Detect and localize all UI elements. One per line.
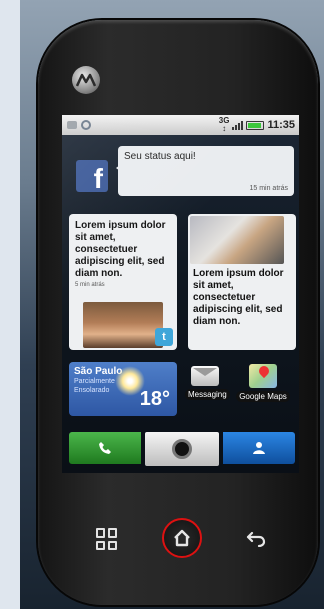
messaging-label: Messaging — [185, 389, 230, 400]
back-icon — [246, 531, 266, 547]
battery-icon — [246, 120, 265, 130]
signal-icon — [232, 120, 244, 130]
social-card-1[interactable]: Lorem ipsum dolor sit amet, consectetuer… — [69, 214, 177, 350]
status-notifications — [66, 120, 92, 130]
google-maps-label: Google Maps — [236, 391, 290, 402]
motorola-logo — [72, 66, 100, 94]
facebook-icon[interactable]: f — [76, 160, 108, 194]
phone-icon — [99, 442, 111, 454]
network-type: 3G ↕ — [218, 116, 230, 133]
status-bar: 3G ↕ 11:35 — [62, 115, 299, 135]
facebook-status-widget[interactable]: Seu status aqui! 15 min atrás — [116, 146, 294, 196]
menu-key-icon[interactable] — [96, 528, 118, 550]
home-icon — [174, 529, 190, 547]
dock — [69, 432, 295, 466]
google-maps-app[interactable]: Google Maps — [234, 364, 292, 402]
facebook-status-text: Seu status aqui! — [124, 151, 196, 162]
contacts-button[interactable] — [223, 432, 295, 464]
sync-icon — [81, 120, 91, 130]
status-indicators: 3G ↕ 11:35 — [219, 117, 295, 133]
notification-icon — [67, 121, 77, 129]
motorola-logo-icon — [76, 73, 96, 87]
camera-dot-icon — [172, 439, 192, 459]
twitter-icon: t — [155, 328, 173, 346]
social-card-2[interactable]: Lorem ipsum dolor sit amet, consectetuer… — [188, 214, 296, 350]
weather-widget[interactable]: São Paulo Parcialmente Ensolarado 18° — [69, 362, 177, 416]
map-pin-icon — [249, 364, 277, 388]
social-card-2-text: Lorem ipsum dolor sit amet, consectetuer… — [193, 268, 284, 327]
profile-photo-1 — [83, 302, 163, 348]
launcher-button[interactable] — [145, 432, 219, 466]
social-card-1-time: 5 min atrás — [75, 282, 105, 288]
messaging-app[interactable]: Messaging — [185, 366, 230, 400]
back-key[interactable] — [244, 528, 268, 550]
profile-photo-2 — [190, 216, 284, 264]
home-key[interactable] — [162, 518, 202, 558]
envelope-icon — [191, 366, 219, 386]
facebook-status-time: 15 min atrás — [249, 185, 288, 192]
weather-temperature: 18° — [139, 388, 170, 410]
call-button[interactable] — [69, 432, 141, 464]
person-icon — [253, 442, 265, 454]
clock: 11:35 — [267, 119, 295, 131]
social-card-1-text: Lorem ipsum dolor sit amet, consectetuer… — [75, 220, 166, 279]
